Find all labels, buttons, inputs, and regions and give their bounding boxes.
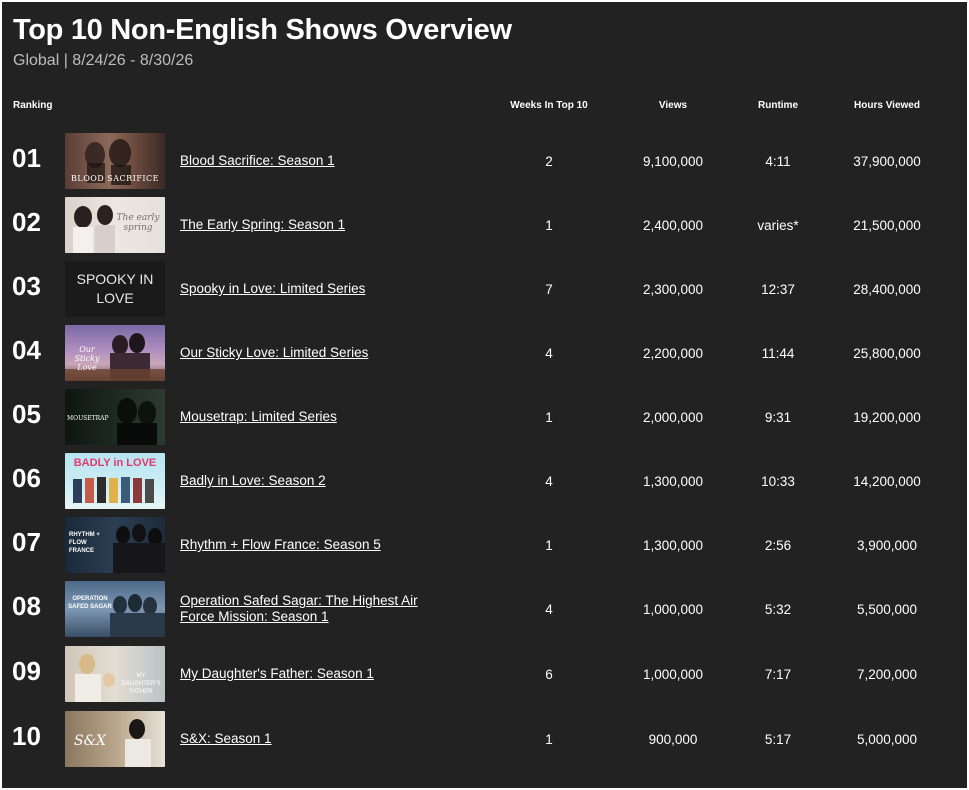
- rank-number: 04: [12, 335, 41, 365]
- table-row: 07 RHYTHM + FLOW FRANCE Rhythm + Flow Fr…: [2, 514, 967, 578]
- thumb-text: MY DAUGHTER'S FATHER: [121, 673, 161, 695]
- hours-viewed-value: 19,200,000: [853, 410, 921, 425]
- show-link[interactable]: My Daughter's Father: Season 1: [180, 643, 450, 705]
- our-sticky-love-poster-icon[interactable]: Our Sticky Love: [65, 325, 165, 381]
- weeks-in-top10: 4: [545, 602, 553, 617]
- show-link[interactable]: Operation Safed Sagar: The Highest Air F…: [180, 578, 450, 640]
- weeks-in-top10: 1: [545, 538, 553, 553]
- weeks-in-top10: 4: [545, 346, 553, 361]
- thumb-text: The early spring: [116, 213, 160, 233]
- runtime-value: 7:17: [764, 667, 792, 682]
- weeks-in-top10: 2: [545, 154, 553, 169]
- table-row: 10 S&X S&X: Season 1 1 900,000 5:17 5,00…: [2, 708, 967, 772]
- views-value: 2,300,000: [642, 282, 704, 297]
- table-row: 02 The early spring The Early Spring: Se…: [2, 194, 967, 258]
- runtime-value: 11:44: [761, 346, 795, 361]
- rank-number: 07: [12, 527, 41, 557]
- weeks-in-top10: 1: [545, 732, 553, 747]
- thumb-text: RHYTHM + FLOW FRANCE: [69, 532, 100, 554]
- show-link[interactable]: The Early Spring: Season 1: [180, 194, 450, 256]
- hours-viewed-value: 14,200,000: [853, 474, 921, 489]
- hours-viewed-value: 28,400,000: [853, 282, 921, 297]
- runtime-value: 2:56: [764, 538, 792, 553]
- table-row: 08 OPERATION SAFED SAGAR Operation Safed…: [2, 578, 967, 642]
- header-ranking: Ranking: [13, 100, 53, 111]
- thumb-text: Our Sticky Love: [74, 345, 100, 372]
- runtime-value: varies*: [757, 218, 799, 233]
- thumb-text: BLOOD SACRIFICE: [71, 174, 159, 183]
- thumb-text: SPOOKY IN LOVE: [76, 271, 154, 306]
- views-value: 900,000: [648, 732, 698, 747]
- runtime-value: 4:11: [765, 154, 791, 169]
- hours-viewed-value: 7,200,000: [856, 667, 918, 682]
- hours-viewed-value: 37,900,000: [853, 154, 921, 169]
- table-row: 09 MY DAUGHTER'S FATHER My Daughter's Fa…: [2, 643, 967, 707]
- runtime-value: 5:17: [764, 732, 792, 747]
- table-row: 04 Our Sticky Love Our Sticky Love: Limi…: [2, 322, 967, 386]
- runtime-value: 12:37: [761, 282, 795, 297]
- weeks-in-top10: 1: [545, 218, 553, 233]
- thumb-text: S&X: [73, 733, 107, 749]
- badly-in-love-poster-icon[interactable]: BADLY in LOVE: [65, 453, 165, 509]
- spooky-in-love-poster-icon[interactable]: SPOOKY IN LOVE: [65, 261, 165, 317]
- table-row: 05 MOUSETRAP Mousetrap: Limited Series 1…: [2, 386, 967, 450]
- rank-number: 10: [12, 721, 41, 751]
- show-link[interactable]: S&X: Season 1: [180, 708, 450, 770]
- header-runtime: Runtime: [758, 100, 798, 111]
- table-row: 01 BLOOD SACRIFICE Blood Sacrifice: Seas…: [2, 130, 967, 194]
- my-daughters-father-poster-icon[interactable]: MY DAUGHTER'S FATHER: [65, 646, 165, 702]
- page-title: Top 10 Non-English Shows Overview: [13, 14, 512, 46]
- views-value: 9,100,000: [642, 154, 704, 169]
- runtime-value: 10:33: [761, 474, 795, 489]
- thumb-text: MOUSETRAP: [67, 415, 109, 422]
- rank-number: 05: [12, 399, 41, 429]
- s-and-x-poster-icon[interactable]: S&X: [65, 711, 165, 767]
- hours-viewed-value: 21,500,000: [853, 218, 921, 233]
- views-value: 1,000,000: [642, 602, 704, 617]
- show-link[interactable]: Blood Sacrifice: Season 1: [180, 130, 450, 192]
- rank-number: 01: [12, 143, 41, 173]
- rank-number: 09: [12, 656, 41, 686]
- the-early-spring-poster-icon[interactable]: The early spring: [65, 197, 165, 253]
- show-link[interactable]: Mousetrap: Limited Series: [180, 386, 450, 448]
- show-link[interactable]: Our Sticky Love: Limited Series: [180, 322, 450, 384]
- hours-viewed-value: 5,500,000: [856, 602, 918, 617]
- header-weeks: Weeks In Top 10: [510, 100, 588, 111]
- weeks-in-top10: 1: [545, 410, 553, 425]
- views-value: 2,400,000: [642, 218, 704, 233]
- operation-safed-sagar-poster-icon[interactable]: OPERATION SAFED SAGAR: [65, 581, 165, 637]
- hours-viewed-value: 3,900,000: [856, 538, 918, 553]
- weeks-in-top10: 4: [545, 474, 553, 489]
- show-link[interactable]: Rhythm + Flow France: Season 5: [180, 514, 450, 576]
- rank-number: 06: [12, 463, 41, 493]
- rank-number: 02: [12, 207, 41, 237]
- thumb-text: BADLY in LOVE: [73, 457, 157, 469]
- rank-number: 08: [12, 591, 41, 621]
- views-value: 2,200,000: [642, 346, 704, 361]
- header-views: Views: [658, 100, 688, 111]
- table-header: Ranking Weeks In Top 10 Views Runtime Ho…: [2, 100, 967, 116]
- page-subtitle: Global | 8/24/26 - 8/30/26: [13, 52, 194, 69]
- rhythm-flow-france-poster-icon[interactable]: RHYTHM + FLOW FRANCE: [65, 517, 165, 573]
- show-link[interactable]: Spooky in Love: Limited Series: [180, 258, 450, 320]
- views-value: 1,000,000: [642, 667, 704, 682]
- views-value: 1,300,000: [642, 538, 704, 553]
- blood-sacrifice-poster-icon[interactable]: BLOOD SACRIFICE: [65, 133, 165, 189]
- top10-panel: Top 10 Non-English Shows Overview Global…: [2, 2, 967, 788]
- views-value: 2,000,000: [642, 410, 704, 425]
- table-row: 03 SPOOKY IN LOVE Spooky in Love: Limite…: [2, 258, 967, 322]
- hours-viewed-value: 5,000,000: [856, 732, 918, 747]
- weeks-in-top10: 6: [545, 667, 553, 682]
- mousetrap-poster-icon[interactable]: MOUSETRAP: [65, 389, 165, 445]
- runtime-value: 5:32: [764, 602, 792, 617]
- hours-viewed-value: 25,800,000: [853, 346, 921, 361]
- show-link[interactable]: Badly in Love: Season 2: [180, 450, 450, 512]
- views-value: 1,300,000: [642, 474, 704, 489]
- rank-number: 03: [12, 271, 41, 301]
- thumb-text: OPERATION SAFED SAGAR: [68, 596, 112, 610]
- runtime-value: 9:31: [764, 410, 792, 425]
- weeks-in-top10: 7: [545, 282, 553, 297]
- header-hours-viewed: Hours Viewed: [854, 100, 920, 111]
- table-row: 06 BADLY in LOVE Badly in Love: Season 2…: [2, 450, 967, 514]
